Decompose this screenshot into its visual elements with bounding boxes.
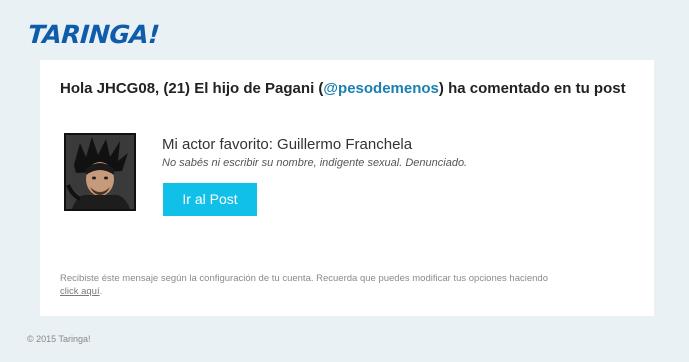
headline-prefix: Hola JHCG08, (21) El hijo de Pagani ( — [60, 80, 324, 97]
comment-title: Mi actor favorito: Guillermo Franchela — [162, 136, 413, 153]
footer-copyright: © 2015 Taringa! — [27, 334, 91, 344]
settings-notice: Recibiste éste mensaje según la configur… — [60, 272, 640, 298]
user-avatar[interactable] — [64, 133, 136, 211]
headline-suffix: ) ha comentado en tu post — [438, 80, 626, 97]
click-here-link[interactable]: click aquí — [60, 286, 100, 297]
notice-text: Recibiste éste mensaje según la configur… — [60, 273, 548, 284]
go-to-post-button[interactable]: Ir al Post — [163, 183, 257, 216]
user-mention-link[interactable]: @pesodemenos — [323, 80, 439, 97]
taringa-logo[interactable]: TARINGA! — [27, 20, 160, 49]
notification-headline: Hola JHCG08, (21) El hijo de Pagani (@pe… — [60, 79, 640, 98]
notice-end: . — [99, 286, 103, 297]
avatar-image-icon — [66, 135, 134, 209]
comment-text: No sabés ni escribir su nombre, indigent… — [162, 157, 468, 169]
email-card: Hola JHCG08, (21) El hijo de Pagani (@pe… — [40, 60, 654, 316]
